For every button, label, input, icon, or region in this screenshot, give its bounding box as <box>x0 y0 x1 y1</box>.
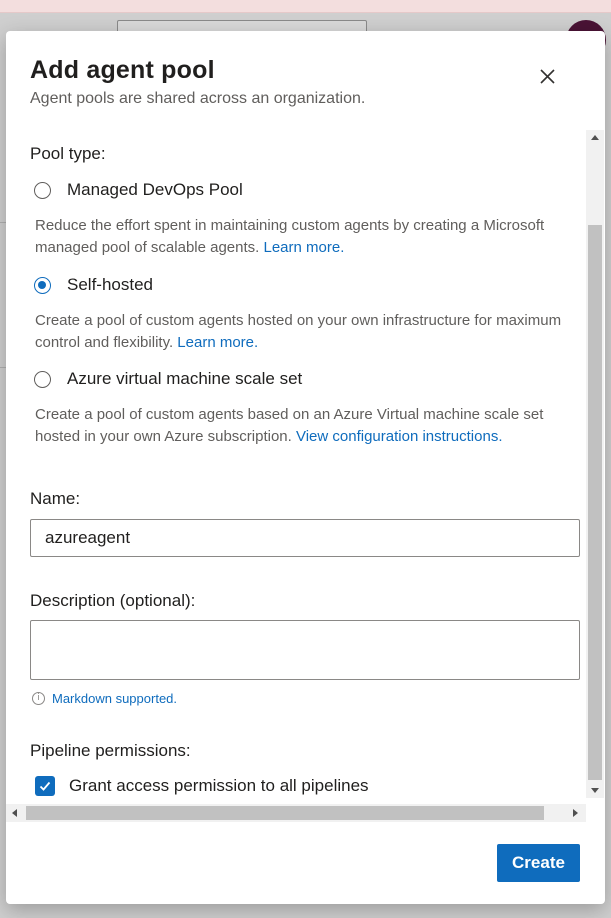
radio-self-hosted[interactable]: Self-hosted <box>34 274 153 296</box>
triangle-down-icon <box>591 788 599 793</box>
view-configuration-link[interactable]: View configuration instructions. <box>296 428 503 445</box>
description-label: Description (optional): <box>30 591 196 610</box>
pool-type-label: Pool type: <box>30 144 106 163</box>
checkmark-icon <box>39 781 51 791</box>
pipeline-permissions-label: Pipeline permissions: <box>30 741 191 760</box>
horizontal-scrollbar-thumb[interactable] <box>26 806 544 820</box>
create-button[interactable]: Create <box>497 844 580 882</box>
horizontal-scrollbar[interactable] <box>6 804 586 822</box>
vertical-scrollbar-thumb[interactable] <box>588 225 602 780</box>
triangle-right-icon <box>573 809 578 817</box>
background-app-header <box>0 0 611 13</box>
name-input[interactable] <box>30 519 580 557</box>
radio-button[interactable] <box>34 181 51 199</box>
add-agent-pool-dialog: Add agent pool Agent pools are shared ac… <box>6 31 605 904</box>
description-textarea[interactable] <box>30 620 580 680</box>
close-icon <box>540 69 555 84</box>
grant-access-checkbox-row[interactable]: Grant access permission to all pipelines <box>35 776 369 796</box>
dialog-subtitle: Agent pools are shared across an organiz… <box>30 90 366 107</box>
markdown-note: i Markdown supported. <box>32 691 177 706</box>
dialog-title: Add agent pool <box>30 56 215 84</box>
azure-vmss-description: Create a pool of custom agents based on … <box>35 404 587 448</box>
scroll-down-arrow[interactable] <box>586 782 604 798</box>
learn-more-link[interactable]: Learn more. <box>177 334 258 351</box>
grant-access-checkbox[interactable] <box>35 776 55 796</box>
triangle-left-icon <box>12 809 17 817</box>
triangle-up-icon <box>591 135 599 140</box>
dialog-body: Pool type: Managed DevOps Pool Reduce th… <box>6 130 605 824</box>
radio-label: Self-hosted <box>67 275 153 294</box>
vertical-scrollbar[interactable] <box>586 130 604 798</box>
scroll-up-arrow[interactable] <box>586 130 604 146</box>
grant-access-label: Grant access permission to all pipelines <box>69 776 369 795</box>
managed-devops-pool-description: Reduce the effort spent in maintaining c… <box>35 215 587 259</box>
info-icon: i <box>32 692 45 705</box>
name-label: Name: <box>30 489 81 508</box>
scroll-left-arrow[interactable] <box>6 804 24 822</box>
learn-more-link[interactable]: Learn more. <box>264 239 345 256</box>
radio-button[interactable] <box>34 276 51 294</box>
radio-azure-vmss[interactable]: Azure virtual machine scale set <box>34 368 302 390</box>
close-button[interactable] <box>532 64 562 90</box>
markdown-supported-link[interactable]: Markdown supported. <box>52 691 177 706</box>
scroll-right-arrow[interactable] <box>566 804 584 822</box>
radio-label: Azure virtual machine scale set <box>67 369 303 388</box>
description-text: Create a pool of custom agents hosted on… <box>35 312 562 351</box>
radio-label: Managed DevOps Pool <box>67 180 243 199</box>
radio-button[interactable] <box>34 370 51 388</box>
radio-managed-devops-pool[interactable]: Managed DevOps Pool <box>34 179 243 201</box>
self-hosted-description: Create a pool of custom agents hosted on… <box>35 310 587 354</box>
